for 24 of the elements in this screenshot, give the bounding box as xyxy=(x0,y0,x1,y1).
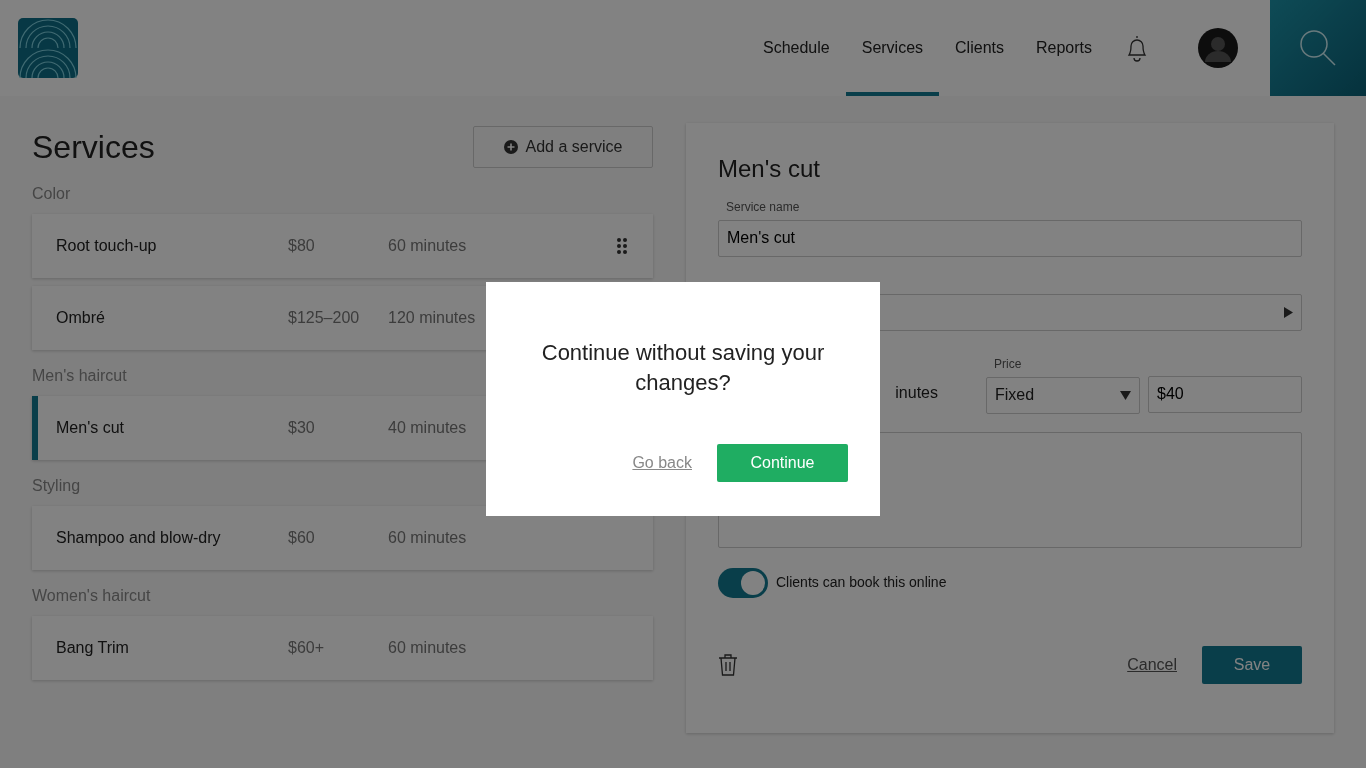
service-price: $80 xyxy=(288,236,316,256)
service-duration: 60 minutes xyxy=(388,236,468,256)
group-label: Styling xyxy=(32,476,82,496)
toggle-label: Clients can book this online xyxy=(776,573,947,593)
service-name: Shampoo and blow-dry xyxy=(56,528,222,548)
service-duration: 60 minutes xyxy=(388,638,468,658)
service-name: Men's cut xyxy=(56,418,125,438)
service-price: $30 xyxy=(288,418,316,438)
service-name: Ombré xyxy=(56,308,106,328)
service-price: $60 xyxy=(288,528,316,548)
service-price: $125–200 xyxy=(288,308,361,328)
page-title: Services xyxy=(32,127,155,167)
group-label: Color xyxy=(32,184,72,204)
service-duration: 40 minutes xyxy=(388,418,468,438)
service-price: $60+ xyxy=(288,638,326,658)
group-label: Women's haircut xyxy=(32,586,152,606)
service-duration: 120 minutes xyxy=(388,308,477,328)
service-name: Root touch-up xyxy=(56,236,158,256)
service-name: Bang Trim xyxy=(56,638,130,658)
field-label: Service name xyxy=(726,198,801,216)
editor-title: Men's cut xyxy=(718,155,821,184)
field-label: Price xyxy=(994,355,1023,373)
service-duration: 60 minutes xyxy=(388,528,468,548)
duration-text: inutes xyxy=(895,382,938,403)
